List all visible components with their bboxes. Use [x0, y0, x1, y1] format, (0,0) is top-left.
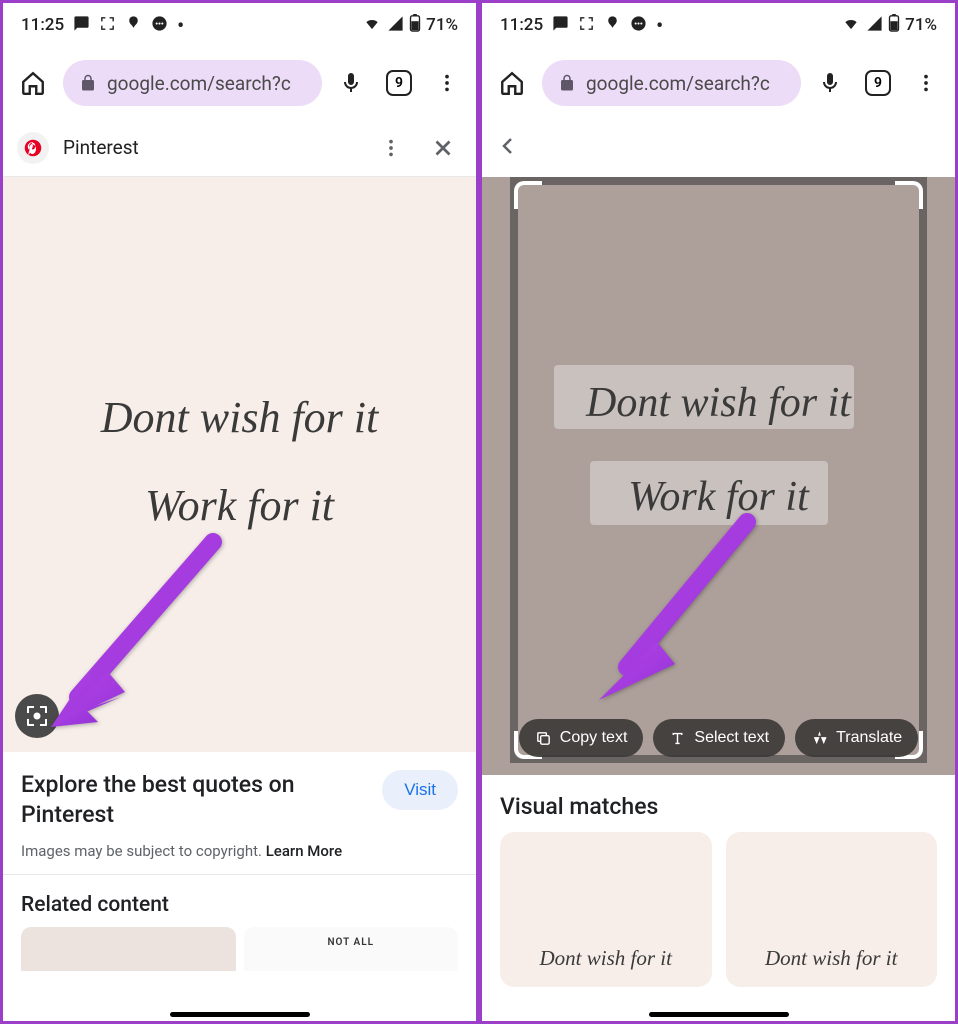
chrome-toolbar: google.com/search?c 9 — [3, 47, 476, 119]
wifi-icon — [841, 15, 861, 36]
url-text: google.com/search?c — [586, 72, 770, 95]
match-cards: Dont wish for it Dont wish for it — [482, 832, 955, 987]
status-bar: 11:25 • 71% — [3, 3, 476, 47]
related-card[interactable]: NOT ALL — [244, 927, 459, 971]
wifi-icon — [362, 15, 382, 36]
carrier-icon — [604, 15, 621, 36]
learn-more-link[interactable]: Learn More — [266, 842, 342, 860]
crop-handle-tr[interactable] — [895, 181, 923, 209]
menu-button[interactable] — [428, 63, 466, 103]
battery-icon — [888, 14, 900, 36]
tab-count: 9 — [386, 70, 412, 96]
quote-line-1: Dont wish for it — [3, 394, 476, 442]
translate-button[interactable]: Translate — [795, 719, 918, 757]
select-text-button[interactable]: Select text — [653, 719, 785, 757]
back-button[interactable] — [496, 134, 520, 162]
detected-text-1: Dont wish for it — [482, 379, 955, 427]
message-icon — [552, 15, 569, 36]
tab-count: 9 — [865, 70, 891, 96]
visit-button[interactable]: Visit — [382, 770, 458, 810]
copy-icon — [535, 730, 552, 747]
lock-icon — [79, 74, 97, 92]
translate-icon — [811, 730, 828, 747]
mic-button[interactable] — [811, 63, 849, 103]
image-viewer[interactable]: Dont wish for it Work for it — [3, 177, 476, 752]
text-icon — [669, 730, 686, 747]
related-card[interactable] — [21, 927, 236, 971]
battery-percent: 71% — [905, 15, 937, 35]
battery-icon — [409, 14, 421, 36]
source-name[interactable]: Pinterest — [63, 136, 358, 159]
tabs-button[interactable]: 9 — [380, 63, 418, 103]
menu-button[interactable] — [907, 63, 945, 103]
crop-icon — [578, 15, 595, 36]
status-bar: 11:25 • 71% — [482, 3, 955, 47]
visual-matches-header: Visual matches — [482, 775, 955, 832]
phone-right: 11:25 • 71% — [479, 0, 958, 1024]
lens-header — [482, 119, 955, 177]
url-bar[interactable]: google.com/search?c — [63, 60, 322, 106]
more-options-button[interactable] — [372, 129, 410, 167]
mic-button[interactable] — [332, 63, 370, 103]
chat-icon — [151, 15, 168, 36]
annotation-arrow — [33, 532, 233, 752]
url-text: google.com/search?c — [107, 72, 291, 95]
related-content-header: Related content — [3, 874, 476, 927]
lock-icon — [558, 74, 576, 92]
more-dot: • — [177, 20, 184, 30]
related-cards: NOT ALL — [3, 927, 476, 971]
lens-viewer[interactable]: Dont wish for it Work for it Copy text S… — [482, 177, 955, 775]
image-title: Explore the best quotes on Pinterest — [21, 770, 370, 830]
phone-left: 11:25 • 71% — [0, 0, 479, 1024]
home-button[interactable] — [13, 63, 53, 103]
battery-percent: 71% — [426, 15, 458, 35]
nav-handle[interactable] — [649, 1012, 789, 1017]
tabs-button[interactable]: 9 — [859, 63, 897, 103]
chat-icon — [630, 15, 647, 36]
signal-icon — [866, 15, 883, 36]
nav-handle[interactable] — [170, 1012, 310, 1017]
copyright-text: Images may be subject to copyright. Lear… — [3, 842, 476, 874]
close-button[interactable] — [424, 129, 462, 167]
annotation-arrow — [577, 512, 767, 722]
quote-line-2: Work for it — [3, 482, 476, 530]
more-dot: • — [656, 20, 663, 30]
lens-actions: Copy text Select text Translate — [482, 719, 955, 757]
home-button[interactable] — [492, 63, 532, 103]
pinterest-icon — [17, 132, 49, 164]
crop-handle-tl[interactable] — [514, 181, 542, 209]
match-card[interactable]: Dont wish for it — [500, 832, 712, 987]
carrier-icon — [125, 15, 142, 36]
match-card[interactable]: Dont wish for it — [726, 832, 938, 987]
chrome-toolbar: google.com/search?c 9 — [482, 47, 955, 119]
info-section: Explore the best quotes on Pinterest Vis… — [3, 752, 476, 842]
status-time: 11:25 — [21, 15, 64, 35]
crop-icon — [99, 15, 116, 36]
message-icon — [73, 15, 90, 36]
copy-text-button[interactable]: Copy text — [519, 719, 644, 757]
signal-icon — [387, 15, 404, 36]
source-bar: Pinterest — [3, 119, 476, 177]
url-bar[interactable]: google.com/search?c — [542, 60, 801, 106]
status-time: 11:25 — [500, 15, 543, 35]
